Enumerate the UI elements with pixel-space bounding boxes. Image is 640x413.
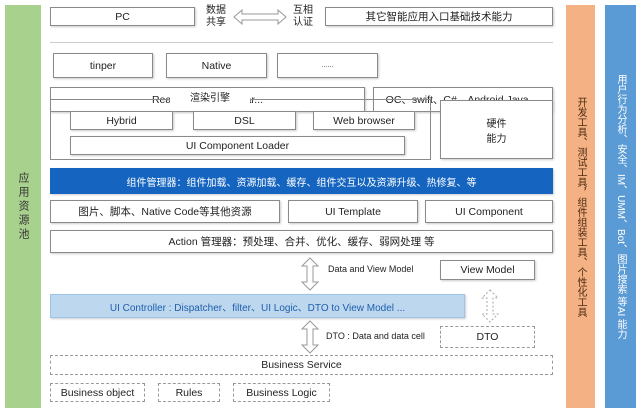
hybrid-box: Hybrid: [70, 111, 173, 130]
business-service-box: Business Service: [50, 355, 553, 375]
data-view-model-label: Data and View Model: [328, 264, 414, 274]
web-browser-box: Web browser: [313, 111, 415, 130]
ui-template-box: UI Template: [288, 200, 418, 223]
render-engine-title: 渲染引擎: [170, 93, 250, 105]
ui-component-box: UI Component: [425, 200, 553, 223]
resources-box: 图片、脚本、Native Code等其他资源: [50, 200, 280, 223]
component-manager-bar: 组件管理器：组件加载、资源加载、缓存、组件交互以及资源升级、热修复、等: [50, 168, 553, 194]
view-model-box: View Model: [440, 260, 535, 280]
vertical-arrow-icon: [300, 320, 320, 354]
mutual-auth-label: 互相认证: [293, 5, 313, 28]
dashed-vertical-arrow-icon: [480, 289, 500, 323]
ui-component-loader-box: UI Component Loader: [70, 136, 405, 155]
more-box: ......: [277, 53, 378, 78]
data-share-label: 数据共享: [206, 5, 226, 28]
dto-box: DTO: [440, 326, 535, 348]
divider: [50, 42, 553, 43]
pc-box: PC: [50, 7, 195, 26]
ai-capability-bar: 用户行为分析、安全、IM、UMM、Bot、图片搜索 等AI 能力: [605, 5, 636, 408]
resource-pool-bar: 应用资源池: [5, 5, 41, 408]
business-logic-box: Business Logic: [233, 383, 330, 402]
action-manager-box: Action 管理器：预处理、合并、优化、缓存、弱网处理 等: [50, 230, 553, 253]
ui-controller-bar: UI Controller : Dispatcher、filter、UI Log…: [50, 294, 465, 318]
other-entry-box: 其它智能应用入口基础技术能力: [325, 7, 553, 26]
tinper-box: tinper: [53, 53, 153, 78]
rules-box: Rules: [158, 383, 220, 402]
dto-label: DTO : Data and data cell: [326, 331, 425, 341]
business-object-box: Business object: [50, 383, 145, 402]
vertical-arrow-icon: [300, 257, 320, 291]
double-arrow-icon: [233, 8, 287, 26]
dev-tools-bar: 开发工具、测试工具，组件组装工具、个性化工具: [566, 5, 595, 408]
dsl-box: DSL: [193, 111, 296, 130]
hardware-box: 硬件能力: [440, 100, 553, 159]
native-box: Native: [166, 53, 267, 78]
